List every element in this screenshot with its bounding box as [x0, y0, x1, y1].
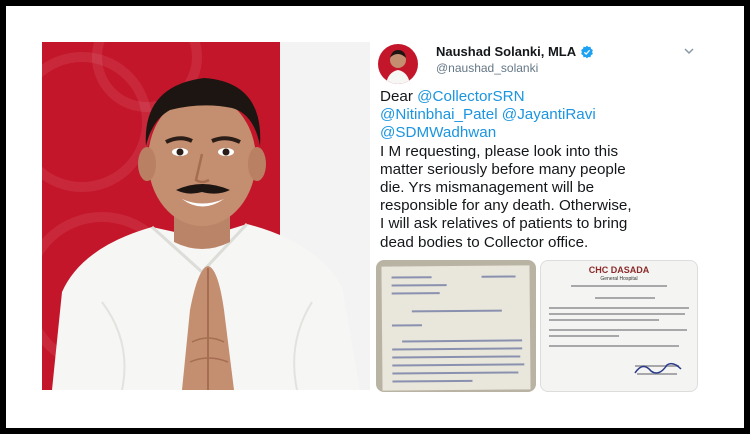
mention-link[interactable]: @SDMWadhwan: [380, 124, 496, 141]
tweet-text-line: die. Yrs mismanagement will be: [380, 179, 595, 197]
document-subtitle: General Hospital: [600, 276, 638, 282]
tweet-card: Naushad Solanki, MLA @naushad_solanki De…: [370, 40, 708, 392]
avatar[interactable]: [378, 44, 418, 84]
mention-link[interactable]: @Nitinbhai_Patel @JayantiRavi: [380, 106, 596, 123]
document-title: CHC DASADA: [588, 265, 650, 275]
tweet-text-line: dead bodies to Collector office.: [380, 233, 589, 251]
signature-stamp: [634, 362, 682, 374]
portrait-photo: [42, 42, 370, 390]
tweet-text-line: I M requesting, please look into this: [380, 142, 619, 160]
media-image-hospital-letter[interactable]: CHC DASADA General Hospital: [540, 260, 698, 392]
user-handle[interactable]: @naushad_solanki: [436, 61, 538, 75]
tweet-text: Dear @CollectorSRN @Nitinbhai_Patel @Jay…: [380, 88, 710, 252]
verified-badge-icon: [581, 45, 593, 58]
tweet-text-line: responsible for any death. Otherwise,: [380, 197, 632, 215]
mention-link[interactable]: @CollectorSRN: [417, 88, 524, 105]
avatar-photo: [378, 44, 418, 84]
chevron-down-icon[interactable]: [684, 44, 694, 58]
display-name[interactable]: Naushad Solanki, MLA: [436, 44, 576, 59]
tweet-text-plain: Dear: [380, 88, 418, 105]
author-name-row: Naushad Solanki, MLA: [436, 44, 594, 59]
tweet-text-line: I will ask relatives of patients to brin…: [380, 215, 628, 233]
tweet-text-line: matter seriously before many people: [380, 160, 626, 178]
handwritten-letter: [381, 265, 531, 391]
media-image-letter[interactable]: [376, 260, 536, 392]
politician-portrait: [52, 78, 360, 390]
